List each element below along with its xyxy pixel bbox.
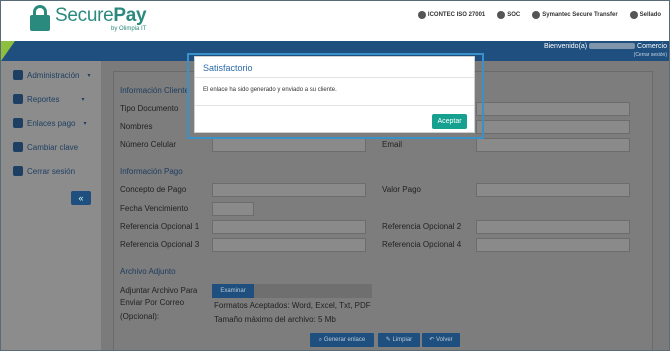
aceptar-button[interactable]: Aceptar (432, 114, 467, 129)
header: SecurePay by Olimpia IT ICONTEC ISO 2700… (1, 1, 669, 41)
file-path-field (254, 284, 372, 298)
sidebar-item-label: Administración (27, 70, 80, 80)
cert-badge-soc: SOC (497, 11, 520, 19)
limpiar-button[interactable]: ✎ Limpiar (378, 333, 420, 347)
label-fecha-vencimiento: Fecha Vencimiento (120, 204, 189, 213)
success-modal: Satisfactorio El enlace ha sido generado… (194, 56, 475, 133)
welcome-suffix: Comercio (637, 43, 667, 50)
certification-badges: ICONTEC ISO 27001 SOC Symantec Secure Tr… (417, 11, 661, 19)
right-field-1[interactable] (476, 102, 630, 116)
welcome-text: Bienvenido(a) Comercio (Cerrar sesión) (544, 43, 667, 59)
section-title-pago: Información Pago (120, 167, 183, 176)
sidebar-item-label: Cerrar sesión (27, 166, 76, 176)
fecha-vencimiento-input[interactable] (212, 202, 254, 216)
formatos-text: Formatos Aceptados: Word, Excel, Txt, PD… (214, 301, 371, 310)
sidebar-item-label: Cambiar clave (27, 142, 79, 152)
cert-badge-sellado: Sellado (629, 11, 661, 19)
lock-icon (13, 142, 23, 152)
redacted-username (589, 43, 636, 50)
ref2-input[interactable] (476, 220, 630, 234)
sidebar: Administración ▾ Reportes ▾ Enlaces pago… (1, 61, 101, 350)
app-frame: SecurePay by Olimpia IT ICONTEC ISO 2700… (0, 0, 670, 351)
label-email: Email (382, 140, 403, 149)
logout-icon (13, 166, 23, 176)
collapse-sidebar-button[interactable]: « (71, 191, 91, 205)
gear-icon (13, 70, 23, 80)
generar-enlace-button[interactable]: ⌕ Generar enlace (310, 333, 374, 347)
concepto-pago-input[interactable] (212, 183, 366, 197)
label-adjuntar-3: (Opcional): (120, 312, 160, 321)
right-field-2[interactable] (476, 120, 630, 134)
sidebar-item-cambiar-clave[interactable]: Cambiar clave (1, 135, 101, 159)
volver-label: Volver (436, 337, 453, 343)
label-numero-celular: Número Celular (120, 140, 177, 149)
label-ref3: Referencia Opcional 3 (120, 240, 200, 249)
label-nombres: Nombres (120, 122, 153, 131)
valor-pago-input[interactable] (476, 183, 630, 197)
ref3-input[interactable] (212, 238, 366, 252)
cert-badge-icontec: ICONTEC ISO 27001 (417, 11, 485, 19)
label-concepto-pago: Concepto de Pago (120, 185, 187, 194)
navbar-accent (1, 41, 15, 61)
modal-message: El enlace ha sido generado y enviado a s… (203, 87, 337, 93)
logo-text-secure: Secure (55, 4, 114, 26)
label-ref4: Referencia Opcional 4 (382, 240, 462, 249)
report-icon (13, 94, 23, 104)
label-tipo-documento: Tipo Documento (120, 104, 179, 113)
back-icon: ↶ (429, 337, 435, 343)
sidebar-item-label: Enlaces pago (27, 118, 76, 128)
lock-logo-icon (29, 5, 51, 33)
logout-hint-link[interactable]: (Cerrar sesión) (544, 51, 667, 59)
label-valor-pago: Valor Pago (382, 185, 421, 194)
modal-divider-top (195, 77, 474, 78)
examinar-button[interactable]: Examinar (212, 284, 254, 298)
label-ref2: Referencia Opcional 2 (382, 222, 462, 231)
section-title-cliente: Información Cliente (120, 86, 189, 95)
label-ref1: Referencia Opcional 1 (120, 222, 200, 231)
tamano-text: Tamaño máximo del archivo: 5 Mb (214, 315, 336, 324)
ref1-input[interactable] (212, 220, 366, 234)
chevron-down-icon: ▾ (81, 96, 85, 103)
securepay-logo: SecurePay by Olimpia IT (29, 4, 147, 33)
sidebar-item-cerrar-sesion[interactable]: Cerrar sesión (1, 159, 101, 183)
eraser-icon: ✎ (385, 337, 391, 343)
chevron-down-icon: ▾ (87, 72, 91, 79)
email-input[interactable] (476, 138, 630, 152)
generar-enlace-label: Generar enlace (323, 337, 366, 343)
search-icon: ⌕ (318, 337, 323, 343)
cert-badge-symantec: Symantec Secure Transfer (532, 11, 618, 19)
chevron-down-icon: ▾ (83, 120, 87, 127)
link-icon (13, 118, 23, 128)
limpiar-label: Limpiar (392, 337, 413, 343)
numero-celular-input[interactable] (212, 138, 366, 152)
volver-button[interactable]: ↶ Volver (422, 333, 460, 347)
logo-text-pay: Pay (113, 4, 147, 26)
sidebar-item-enlaces-pago[interactable]: Enlaces pago ▾ (1, 111, 101, 135)
logo-subtitle: by Olimpia IT (110, 25, 147, 32)
ref4-input[interactable] (476, 238, 630, 252)
sidebar-item-label: Reportes (27, 94, 60, 104)
welcome-prefix: Bienvenido(a) (543, 43, 588, 50)
modal-divider-bottom (195, 105, 474, 106)
section-title-archivo: Archivo Adjunto (120, 267, 176, 276)
sidebar-item-administracion[interactable]: Administración ▾ (1, 63, 101, 87)
sidebar-item-reportes[interactable]: Reportes ▾ (1, 87, 101, 111)
label-adjuntar-1: Adjuntar Archivo Para (120, 286, 198, 295)
modal-title: Satisfactorio (203, 63, 253, 73)
label-adjuntar-2: Enviar Por Correo (120, 298, 185, 307)
